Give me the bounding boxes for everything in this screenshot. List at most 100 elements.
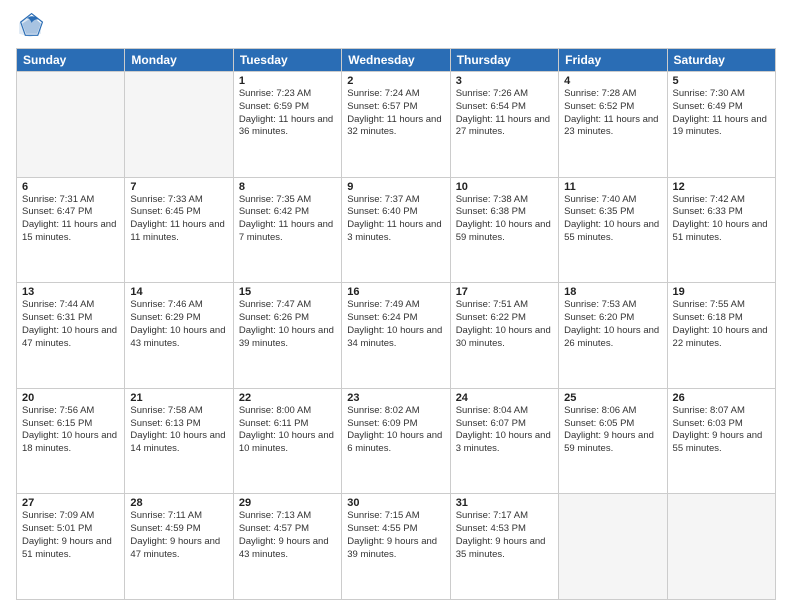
day-info: Sunrise: 7:42 AM Sunset: 6:33 PM Dayligh… <box>673 194 770 245</box>
day-number: 2 <box>347 75 444 87</box>
day-number: 7 <box>130 181 227 193</box>
calendar-cell: 1Sunrise: 7:23 AM Sunset: 6:59 PM Daylig… <box>233 72 341 178</box>
day-number: 15 <box>239 286 336 298</box>
day-info: Sunrise: 7:53 AM Sunset: 6:20 PM Dayligh… <box>564 299 661 350</box>
day-info: Sunrise: 7:47 AM Sunset: 6:26 PM Dayligh… <box>239 299 336 350</box>
calendar-cell: 22Sunrise: 8:00 AM Sunset: 6:11 PM Dayli… <box>233 388 341 494</box>
day-info: Sunrise: 7:51 AM Sunset: 6:22 PM Dayligh… <box>456 299 553 350</box>
day-number: 31 <box>456 497 553 509</box>
day-number: 16 <box>347 286 444 298</box>
calendar-cell: 27Sunrise: 7:09 AM Sunset: 5:01 PM Dayli… <box>17 494 125 600</box>
day-number: 6 <box>22 181 119 193</box>
calendar-cell: 12Sunrise: 7:42 AM Sunset: 6:33 PM Dayli… <box>667 177 775 283</box>
calendar-cell: 5Sunrise: 7:30 AM Sunset: 6:49 PM Daylig… <box>667 72 775 178</box>
day-number: 13 <box>22 286 119 298</box>
calendar-week-row: 27Sunrise: 7:09 AM Sunset: 5:01 PM Dayli… <box>17 494 776 600</box>
day-number: 3 <box>456 75 553 87</box>
day-number: 21 <box>130 392 227 404</box>
calendar-cell: 30Sunrise: 7:15 AM Sunset: 4:55 PM Dayli… <box>342 494 450 600</box>
calendar-cell: 29Sunrise: 7:13 AM Sunset: 4:57 PM Dayli… <box>233 494 341 600</box>
day-number: 30 <box>347 497 444 509</box>
day-info: Sunrise: 7:46 AM Sunset: 6:29 PM Dayligh… <box>130 299 227 350</box>
calendar-cell: 10Sunrise: 7:38 AM Sunset: 6:38 PM Dayli… <box>450 177 558 283</box>
day-number: 26 <box>673 392 770 404</box>
day-number: 5 <box>673 75 770 87</box>
calendar-cell: 6Sunrise: 7:31 AM Sunset: 6:47 PM Daylig… <box>17 177 125 283</box>
day-number: 25 <box>564 392 661 404</box>
day-number: 22 <box>239 392 336 404</box>
calendar-header-monday: Monday <box>125 49 233 72</box>
calendar-cell: 21Sunrise: 7:58 AM Sunset: 6:13 PM Dayli… <box>125 388 233 494</box>
day-number: 12 <box>673 181 770 193</box>
calendar-header-thursday: Thursday <box>450 49 558 72</box>
day-number: 9 <box>347 181 444 193</box>
calendar-header-friday: Friday <box>559 49 667 72</box>
calendar-cell: 24Sunrise: 8:04 AM Sunset: 6:07 PM Dayli… <box>450 388 558 494</box>
calendar-cell: 2Sunrise: 7:24 AM Sunset: 6:57 PM Daylig… <box>342 72 450 178</box>
day-info: Sunrise: 7:33 AM Sunset: 6:45 PM Dayligh… <box>130 194 227 245</box>
logo-icon <box>16 12 44 40</box>
calendar-week-row: 1Sunrise: 7:23 AM Sunset: 6:59 PM Daylig… <box>17 72 776 178</box>
calendar-week-row: 6Sunrise: 7:31 AM Sunset: 6:47 PM Daylig… <box>17 177 776 283</box>
day-number: 10 <box>456 181 553 193</box>
day-number: 18 <box>564 286 661 298</box>
day-number: 24 <box>456 392 553 404</box>
day-info: Sunrise: 7:11 AM Sunset: 4:59 PM Dayligh… <box>130 510 227 561</box>
calendar-cell: 3Sunrise: 7:26 AM Sunset: 6:54 PM Daylig… <box>450 72 558 178</box>
day-number: 17 <box>456 286 553 298</box>
day-info: Sunrise: 7:17 AM Sunset: 4:53 PM Dayligh… <box>456 510 553 561</box>
calendar-week-row: 20Sunrise: 7:56 AM Sunset: 6:15 PM Dayli… <box>17 388 776 494</box>
day-info: Sunrise: 8:06 AM Sunset: 6:05 PM Dayligh… <box>564 405 661 456</box>
day-number: 20 <box>22 392 119 404</box>
day-info: Sunrise: 7:30 AM Sunset: 6:49 PM Dayligh… <box>673 88 770 139</box>
calendar-cell: 4Sunrise: 7:28 AM Sunset: 6:52 PM Daylig… <box>559 72 667 178</box>
calendar-cell: 7Sunrise: 7:33 AM Sunset: 6:45 PM Daylig… <box>125 177 233 283</box>
calendar-cell: 15Sunrise: 7:47 AM Sunset: 6:26 PM Dayli… <box>233 283 341 389</box>
day-number: 28 <box>130 497 227 509</box>
day-info: Sunrise: 8:07 AM Sunset: 6:03 PM Dayligh… <box>673 405 770 456</box>
day-info: Sunrise: 8:04 AM Sunset: 6:07 PM Dayligh… <box>456 405 553 456</box>
calendar-cell: 16Sunrise: 7:49 AM Sunset: 6:24 PM Dayli… <box>342 283 450 389</box>
day-info: Sunrise: 7:31 AM Sunset: 6:47 PM Dayligh… <box>22 194 119 245</box>
logo <box>16 12 48 40</box>
day-number: 11 <box>564 181 661 193</box>
calendar-cell: 20Sunrise: 7:56 AM Sunset: 6:15 PM Dayli… <box>17 388 125 494</box>
calendar-header-wednesday: Wednesday <box>342 49 450 72</box>
calendar-header-tuesday: Tuesday <box>233 49 341 72</box>
calendar-cell: 19Sunrise: 7:55 AM Sunset: 6:18 PM Dayli… <box>667 283 775 389</box>
day-info: Sunrise: 8:02 AM Sunset: 6:09 PM Dayligh… <box>347 405 444 456</box>
calendar-cell: 28Sunrise: 7:11 AM Sunset: 4:59 PM Dayli… <box>125 494 233 600</box>
page: SundayMondayTuesdayWednesdayThursdayFrid… <box>0 0 792 612</box>
calendar-cell: 26Sunrise: 8:07 AM Sunset: 6:03 PM Dayli… <box>667 388 775 494</box>
calendar-cell: 17Sunrise: 7:51 AM Sunset: 6:22 PM Dayli… <box>450 283 558 389</box>
day-info: Sunrise: 7:28 AM Sunset: 6:52 PM Dayligh… <box>564 88 661 139</box>
day-info: Sunrise: 7:49 AM Sunset: 6:24 PM Dayligh… <box>347 299 444 350</box>
day-info: Sunrise: 7:26 AM Sunset: 6:54 PM Dayligh… <box>456 88 553 139</box>
calendar-cell <box>17 72 125 178</box>
calendar-cell: 25Sunrise: 8:06 AM Sunset: 6:05 PM Dayli… <box>559 388 667 494</box>
calendar-cell: 23Sunrise: 8:02 AM Sunset: 6:09 PM Dayli… <box>342 388 450 494</box>
day-number: 4 <box>564 75 661 87</box>
calendar-header-saturday: Saturday <box>667 49 775 72</box>
calendar-cell: 9Sunrise: 7:37 AM Sunset: 6:40 PM Daylig… <box>342 177 450 283</box>
day-number: 14 <box>130 286 227 298</box>
calendar-cell: 31Sunrise: 7:17 AM Sunset: 4:53 PM Dayli… <box>450 494 558 600</box>
day-info: Sunrise: 7:40 AM Sunset: 6:35 PM Dayligh… <box>564 194 661 245</box>
calendar-header-row: SundayMondayTuesdayWednesdayThursdayFrid… <box>17 49 776 72</box>
day-info: Sunrise: 8:00 AM Sunset: 6:11 PM Dayligh… <box>239 405 336 456</box>
day-info: Sunrise: 7:44 AM Sunset: 6:31 PM Dayligh… <box>22 299 119 350</box>
calendar-header-sunday: Sunday <box>17 49 125 72</box>
day-number: 27 <box>22 497 119 509</box>
calendar-week-row: 13Sunrise: 7:44 AM Sunset: 6:31 PM Dayli… <box>17 283 776 389</box>
day-info: Sunrise: 7:13 AM Sunset: 4:57 PM Dayligh… <box>239 510 336 561</box>
calendar-cell <box>667 494 775 600</box>
day-number: 1 <box>239 75 336 87</box>
day-number: 23 <box>347 392 444 404</box>
day-info: Sunrise: 7:38 AM Sunset: 6:38 PM Dayligh… <box>456 194 553 245</box>
day-info: Sunrise: 7:55 AM Sunset: 6:18 PM Dayligh… <box>673 299 770 350</box>
day-info: Sunrise: 7:35 AM Sunset: 6:42 PM Dayligh… <box>239 194 336 245</box>
calendar-cell: 14Sunrise: 7:46 AM Sunset: 6:29 PM Dayli… <box>125 283 233 389</box>
day-info: Sunrise: 7:09 AM Sunset: 5:01 PM Dayligh… <box>22 510 119 561</box>
day-info: Sunrise: 7:58 AM Sunset: 6:13 PM Dayligh… <box>130 405 227 456</box>
day-info: Sunrise: 7:24 AM Sunset: 6:57 PM Dayligh… <box>347 88 444 139</box>
